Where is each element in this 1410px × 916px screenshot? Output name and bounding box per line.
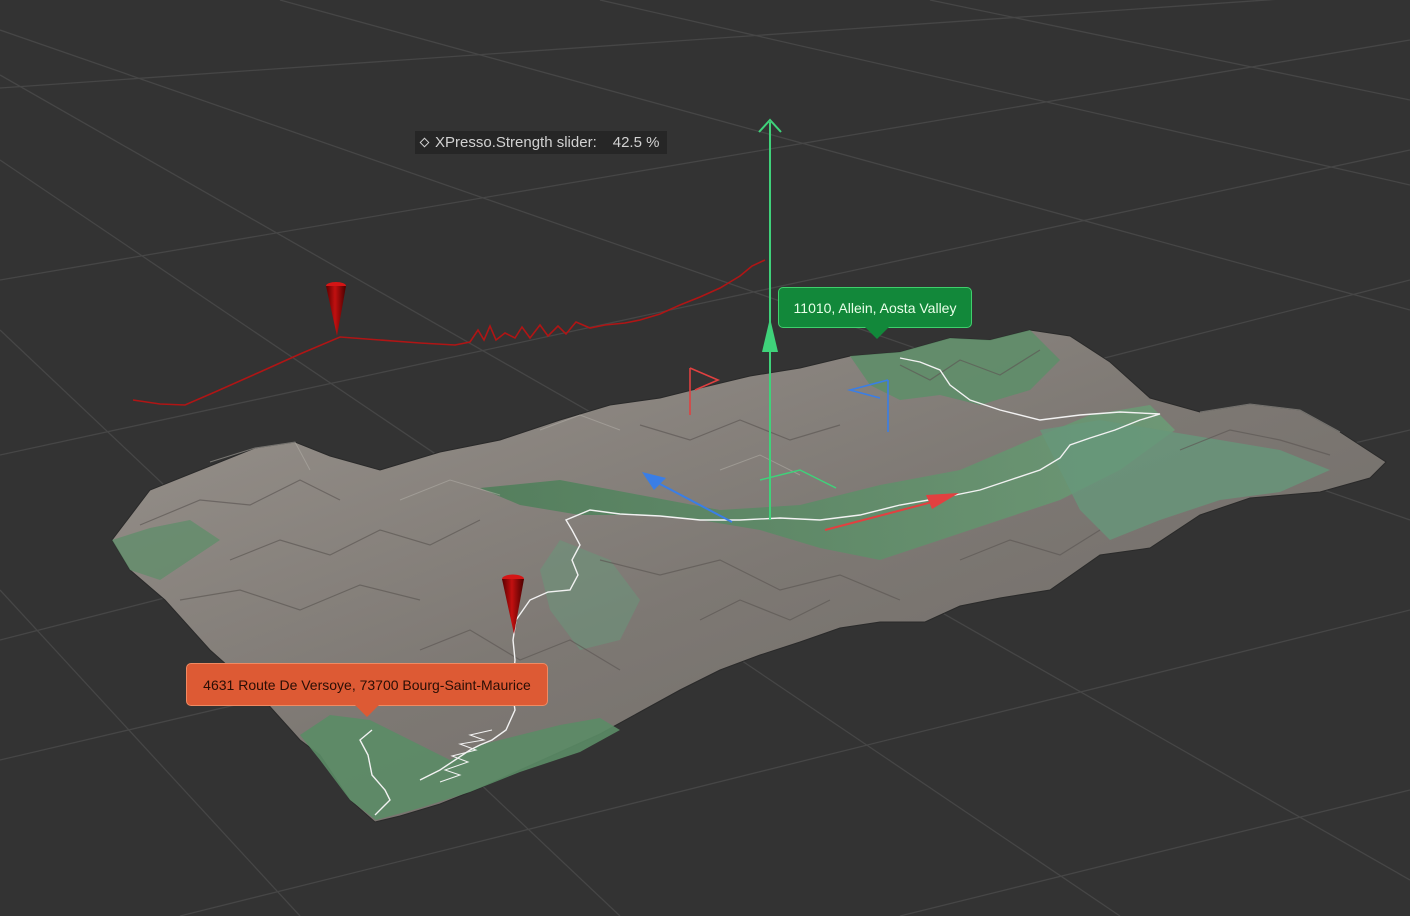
scene-canvas[interactable] bbox=[0, 0, 1410, 916]
hud-value: 42.5 % bbox=[612, 134, 660, 151]
terrain-mesh[interactable] bbox=[111, 329, 1387, 823]
destination-label: 11010, Allein, Aosta Valley bbox=[793, 299, 957, 316]
origin-callout[interactable]: 4631 Route De Versoye, 73700 Bourg-Saint… bbox=[186, 663, 548, 717]
origin-label: 4631 Route De Versoye, 73700 Bourg-Saint… bbox=[203, 676, 531, 693]
xpresso-strength-readout[interactable]: XPresso.Strength slider: 42.5 % bbox=[415, 131, 668, 154]
pin-marker-icon[interactable] bbox=[326, 282, 346, 336]
3d-viewport[interactable]: XPresso.Strength slider: 42.5 % 11010, A… bbox=[0, 0, 1410, 916]
terrain-base bbox=[111, 329, 1387, 823]
elevation-profile-line bbox=[132, 259, 766, 406]
hud-label: XPresso.Strength slider: bbox=[435, 134, 597, 151]
destination-callout[interactable]: 11010, Allein, Aosta Valley bbox=[778, 287, 972, 339]
diamond-keyframe-icon[interactable] bbox=[419, 137, 430, 148]
y-axis-cone-icon bbox=[762, 318, 778, 352]
